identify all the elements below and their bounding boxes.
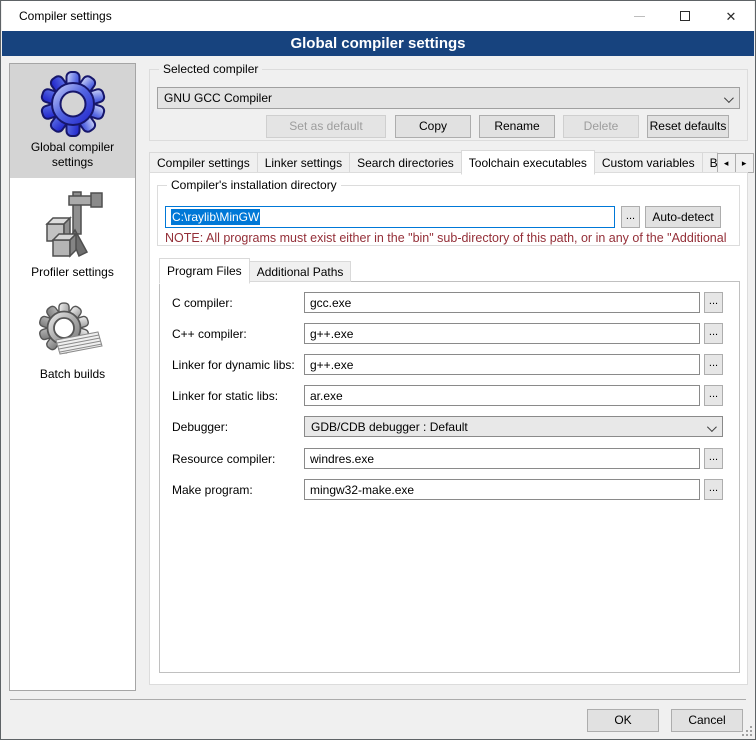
set-as-default-button: Set as default: [266, 115, 386, 138]
copy-button[interactable]: Copy: [395, 115, 471, 138]
field-value: ar.exe: [310, 389, 343, 403]
form-row-cpp-compiler: C++ compiler: g++.exe ...: [160, 323, 739, 345]
field-label: Debugger:: [172, 416, 228, 438]
sidebar-item-label: Profiler settings: [10, 262, 135, 288]
selected-text: C:\raylib\MinGW: [171, 209, 260, 225]
field-value: gcc.exe: [310, 296, 351, 310]
tab-scroll-right-button[interactable]: ▸: [735, 153, 754, 173]
field-value: g++.exe: [310, 358, 353, 372]
tab-program-files[interactable]: Program Files: [159, 258, 250, 284]
maximize-button[interactable]: [662, 1, 708, 31]
sidebar-item-label: Batch builds: [10, 364, 135, 390]
field-label: Linker for dynamic libs:: [172, 354, 295, 376]
form-row-make-program: Make program: mingw32-make.exe ...: [160, 479, 739, 501]
footer-separator: [10, 699, 746, 700]
installation-directory-input[interactable]: C:\raylib\MinGW: [165, 206, 615, 228]
sidebar-item-profiler-settings[interactable]: Profiler settings: [10, 178, 135, 288]
resize-grip-icon[interactable]: [742, 726, 752, 736]
chevron-down-icon: [724, 93, 734, 103]
caption-buttons: ✕: [616, 1, 754, 31]
group-legend: Selected compiler: [159, 62, 262, 76]
caliper-icon: [39, 190, 107, 262]
dynamic-linker-input[interactable]: g++.exe: [304, 354, 700, 375]
window-title: Compiler settings: [19, 1, 112, 31]
tab-custom-variables[interactable]: Custom variables: [594, 152, 703, 173]
reset-defaults-button[interactable]: Reset defaults: [647, 115, 729, 138]
paths-tabs: Program Files Additional Paths: [159, 258, 350, 282]
field-label: C++ compiler:: [172, 323, 247, 345]
cpp-compiler-input[interactable]: g++.exe: [304, 323, 700, 344]
debugger-select[interactable]: GDB/CDB debugger : Default: [304, 416, 723, 437]
close-icon: ✕: [726, 10, 737, 23]
blue-gear-icon: [40, 71, 106, 137]
banner: Global compiler settings: [2, 31, 754, 56]
sidebar-item-global-compiler-settings[interactable]: Global compiler settings: [10, 64, 135, 178]
delete-button: Delete: [563, 115, 639, 138]
c-compiler-input[interactable]: gcc.exe: [304, 292, 700, 313]
banner-title: Global compiler settings: [290, 35, 465, 52]
browse-static-linker-button[interactable]: ...: [704, 385, 723, 406]
ok-button[interactable]: OK: [587, 709, 659, 732]
arrow-right-icon: ▸: [742, 158, 747, 168]
form-row-debugger: Debugger: GDB/CDB debugger : Default: [160, 416, 739, 438]
form-row-c-compiler: C compiler: gcc.exe ...: [160, 292, 739, 314]
compiler-settings-dialog: Compiler settings ✕ Global compiler sett…: [0, 0, 756, 740]
browse-dynamic-linker-button[interactable]: ...: [704, 354, 723, 375]
resource-compiler-input[interactable]: windres.exe: [304, 448, 700, 469]
gray-gear-stack-icon: [38, 302, 108, 364]
static-linker-input[interactable]: ar.exe: [304, 385, 700, 406]
titlebar: Compiler settings ✕: [2, 1, 754, 31]
auto-detect-button[interactable]: Auto-detect: [645, 206, 721, 228]
make-program-input[interactable]: mingw32-make.exe: [304, 479, 700, 500]
browse-c-compiler-button[interactable]: ...: [704, 292, 723, 313]
sidebar-item-batch-builds[interactable]: Batch builds: [10, 288, 135, 390]
minimize-icon: [634, 16, 645, 17]
sidebar-item-label: Global compiler settings: [10, 137, 135, 178]
compiler-tabs: Compiler settings Linker settings Search…: [149, 150, 749, 173]
field-value: g++.exe: [310, 327, 353, 341]
field-label: Make program:: [172, 479, 253, 501]
field-value: windres.exe: [310, 452, 374, 466]
form-row-static-linker: Linker for static libs: ar.exe ...: [160, 385, 739, 407]
tab-linker-settings[interactable]: Linker settings: [257, 152, 350, 173]
compiler-select[interactable]: GNU GCC Compiler: [157, 87, 740, 109]
tab-scroll-left-button[interactable]: ◂: [717, 153, 736, 173]
tab-scroll-buttons: ◂ ▸: [718, 153, 754, 173]
browse-directory-button[interactable]: ...: [621, 206, 640, 228]
browse-resource-compiler-button[interactable]: ...: [704, 448, 723, 469]
group-legend: Compiler's installation directory: [167, 178, 341, 192]
tab-build-options[interactable]: Build options: [702, 152, 718, 173]
close-button[interactable]: ✕: [708, 1, 754, 31]
chevron-down-icon: [707, 422, 717, 432]
settings-category-list: Global compiler settings Profiler settin…: [9, 63, 136, 691]
field-label: Linker for static libs:: [172, 385, 278, 407]
tab-compiler-settings[interactable]: Compiler settings: [149, 152, 258, 173]
field-value: mingw32-make.exe: [310, 483, 414, 497]
note-text: NOTE: All programs must exist either in …: [165, 231, 743, 245]
tab-toolchain-executables[interactable]: Toolchain executables: [461, 150, 595, 175]
cancel-button[interactable]: Cancel: [671, 709, 743, 732]
minimize-button: [616, 1, 662, 31]
form-row-dynamic-linker: Linker for dynamic libs: g++.exe ...: [160, 354, 739, 376]
tab-additional-paths[interactable]: Additional Paths: [249, 261, 352, 282]
tab-search-directories[interactable]: Search directories: [349, 152, 462, 173]
field-label: C compiler:: [172, 292, 233, 314]
rename-button[interactable]: Rename: [479, 115, 555, 138]
field-value: GDB/CDB debugger : Default: [311, 420, 468, 434]
browse-cpp-compiler-button[interactable]: ...: [704, 323, 723, 344]
field-label: Resource compiler:: [172, 448, 275, 470]
arrow-left-icon: ◂: [724, 158, 729, 168]
compiler-select-value: GNU GCC Compiler: [164, 91, 272, 105]
form-row-resource-compiler: Resource compiler: windres.exe ...: [160, 448, 739, 470]
program-files-page: C compiler: gcc.exe ... C++ compiler: g+…: [159, 281, 740, 673]
maximize-icon: [680, 11, 690, 21]
browse-make-program-button[interactable]: ...: [704, 479, 723, 500]
